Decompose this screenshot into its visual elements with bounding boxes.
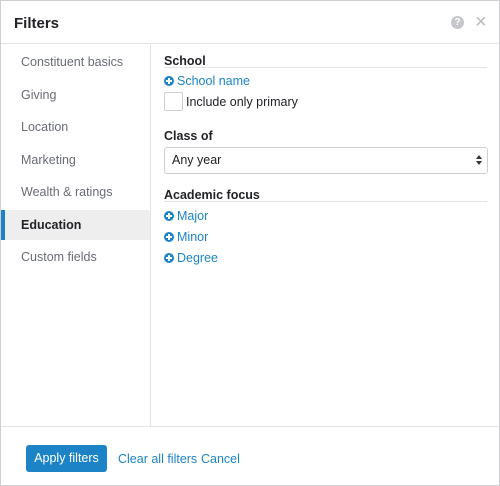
sidebar-item-marketing[interactable]: Marketing [1,145,150,175]
close-icon[interactable]: × [475,12,487,32]
add-major-link[interactable]: Major [164,209,208,223]
add-school-name-link[interactable]: School name [164,74,250,88]
education-filters-panel: School School name Include only primary … [151,44,499,426]
dialog-title: Filters [14,15,60,32]
sidebar-item-custom-fields[interactable]: Custom fields [1,242,150,272]
sidebar-item-location[interactable]: Location [1,112,150,142]
sidebar-item-giving[interactable]: Giving [1,80,150,110]
include-only-primary-checkbox[interactable] [164,92,183,111]
sidebar-item-education[interactable]: Education [1,210,150,240]
class-of-selected-value: Any year [172,153,222,167]
school-section-title: School [164,54,206,68]
add-minor-label: Minor [177,230,209,244]
include-only-primary-label: Include only primary [186,95,298,109]
school-divider [164,67,487,68]
add-minor-link[interactable]: Minor [164,230,208,244]
plus-circle-icon [164,232,174,242]
plus-circle-icon [164,76,174,86]
add-major-label: Major [177,209,209,223]
academic-focus-section-title: Academic focus [164,188,260,202]
filter-category-sidebar: Constituent basics Giving Location Marke… [1,44,151,426]
cancel-link[interactable]: Cancel [201,452,240,466]
dialog-header: Filters ? × [1,1,499,44]
academic-focus-divider [164,201,487,202]
add-school-name-label: School name [177,74,250,88]
up-down-arrows-icon [476,154,482,167]
sidebar-item-wealth-ratings[interactable]: Wealth & ratings [1,177,150,207]
add-degree-link[interactable]: Degree [164,251,218,265]
class-of-section-title: Class of [164,129,213,143]
clear-all-filters-link[interactable]: Clear all filters [118,452,197,466]
plus-circle-icon [164,211,174,221]
filters-dialog: Filters ? × Constituent basics Giving Lo… [0,0,500,486]
add-degree-label: Degree [177,251,218,265]
apply-filters-button[interactable]: Apply filters [26,445,107,472]
plus-circle-icon [164,253,174,263]
help-icon[interactable]: ? [451,16,464,29]
sidebar-item-constituent-basics[interactable]: Constituent basics [1,47,150,77]
dialog-footer: Apply filters Clear all filters Cancel [1,426,499,485]
class-of-select[interactable]: Any year [164,147,488,174]
